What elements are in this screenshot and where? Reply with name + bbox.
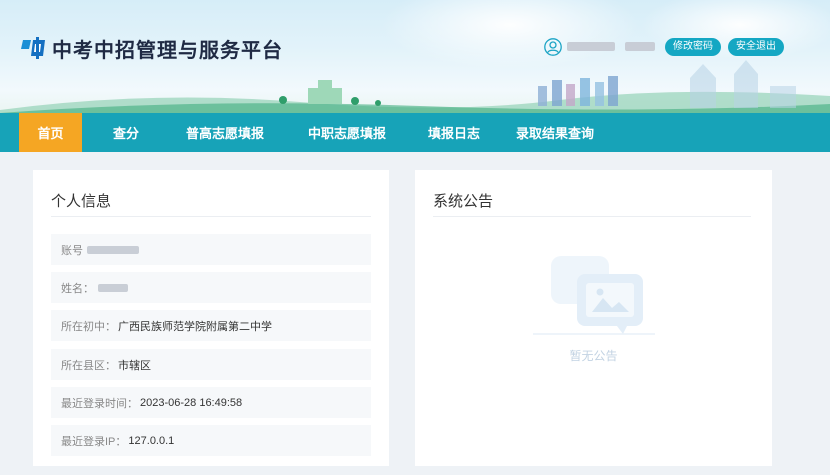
last-login-ip-label: 最近登录IP： bbox=[61, 435, 127, 448]
divider bbox=[433, 216, 751, 217]
name-label: 姓名： bbox=[61, 282, 94, 295]
nav-item-high-school-application[interactable]: 普高志愿填报 bbox=[170, 113, 280, 152]
info-row-name: 姓名： bbox=[51, 272, 371, 303]
county-value: 市辖区 bbox=[118, 359, 151, 372]
school-value: 广西民族师范学院附属第二中学 bbox=[118, 320, 272, 333]
nav-item-home[interactable]: 首页 bbox=[19, 113, 82, 152]
county-label: 所在县区： bbox=[61, 359, 116, 372]
nav-item-application-log[interactable]: 填报日志 bbox=[414, 113, 494, 152]
divider bbox=[51, 216, 371, 217]
user-icon bbox=[544, 38, 562, 56]
info-row-last-login-time: 最近登录时间： 2023-06-28 16:49:58 bbox=[51, 387, 371, 418]
platform-logo-icon bbox=[21, 37, 45, 59]
nav-item-admission-result[interactable]: 录取结果查询 bbox=[500, 113, 610, 152]
info-row-last-login-ip: 最近登录IP： 127.0.0.1 bbox=[51, 425, 371, 456]
username-mask bbox=[625, 42, 655, 51]
skyline-decoration bbox=[0, 60, 830, 113]
logout-button[interactable]: 安全退出 bbox=[728, 38, 784, 56]
last-login-ip-value: 127.0.0.1 bbox=[128, 434, 175, 447]
nav-item-score[interactable]: 查分 bbox=[96, 113, 156, 152]
personal-info-title: 个人信息 bbox=[51, 193, 112, 210]
last-login-time-value: 2023-06-28 16:49:58 bbox=[140, 396, 243, 409]
info-row-school: 所在初中： 广西民族师范学院附属第二中学 bbox=[51, 310, 371, 341]
username-mask bbox=[567, 42, 615, 51]
system-notice-card: 系统公告 暂无公告 bbox=[415, 170, 772, 466]
account-mask bbox=[87, 245, 139, 254]
info-row-county: 所在县区： 市辖区 bbox=[51, 349, 371, 380]
empty-notice-icon bbox=[533, 256, 655, 335]
empty-notice-text: 暂无公告 bbox=[569, 349, 618, 363]
system-notice-title: 系统公告 bbox=[433, 193, 494, 210]
personal-info-card: 个人信息 账号 姓名： 所在初中： 广西民族师范学院附属第二中学 所在县区： 市… bbox=[33, 170, 389, 466]
change-password-button[interactable]: 修改密码 bbox=[665, 38, 721, 56]
site-title: 中考中招管理与服务平台 bbox=[52, 40, 283, 62]
header-banner: 中考中招管理与服务平台 修改密码 安全退出 bbox=[0, 0, 830, 113]
school-label: 所在初中： bbox=[61, 320, 116, 333]
account-label: 账号 bbox=[61, 244, 83, 257]
main-nav: 首页 查分 普高志愿填报 中职志愿填报 填报日志 录取结果查询 bbox=[0, 113, 830, 152]
name-mask bbox=[98, 283, 128, 292]
info-row-account: 账号 bbox=[51, 234, 371, 265]
last-login-time-label: 最近登录时间： bbox=[61, 397, 138, 410]
nav-item-vocational-application[interactable]: 中职志愿填报 bbox=[292, 113, 402, 152]
